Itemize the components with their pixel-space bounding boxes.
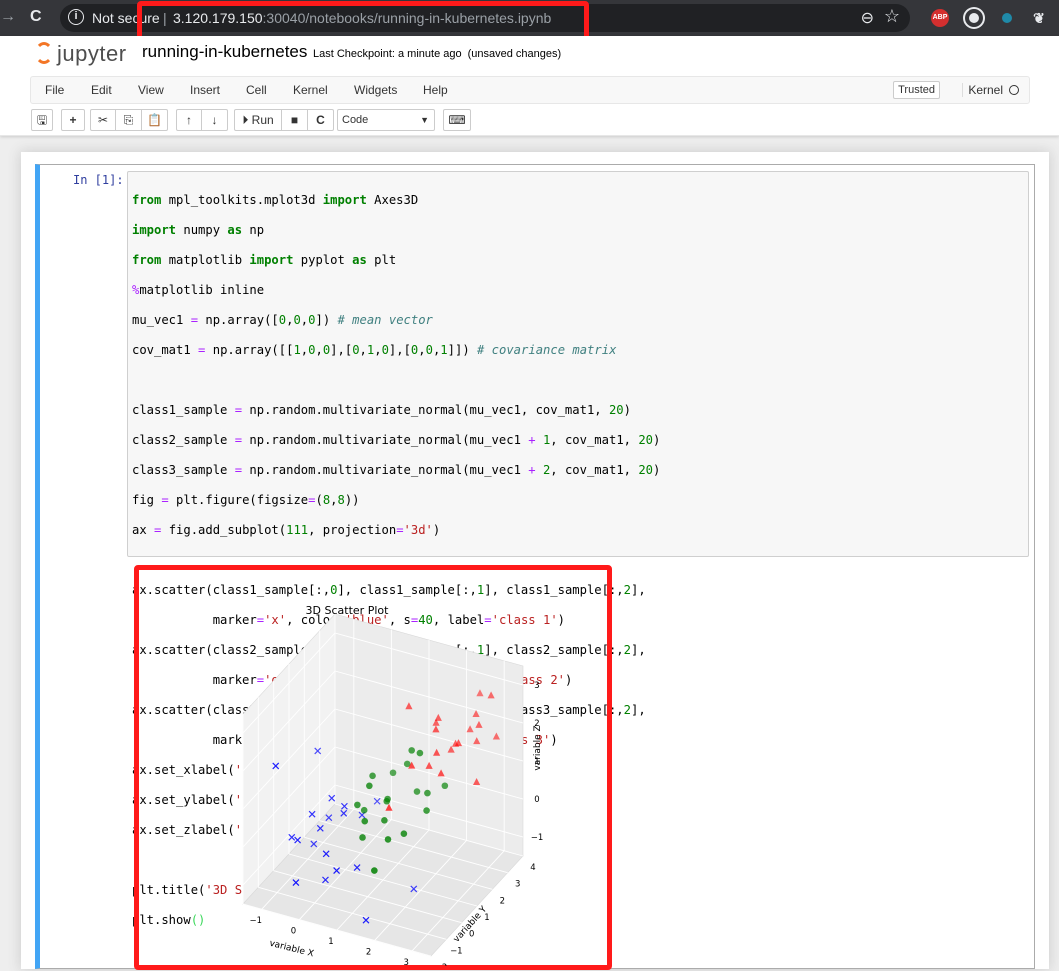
x-axis-label: variable X (268, 939, 314, 960)
copy-button[interactable]: ⎘ (116, 109, 142, 131)
save-button[interactable]: 🖫 (31, 109, 53, 131)
output-highlight-box: −10123−2−101234−10123 3D Scatter Plot va… (134, 565, 612, 971)
notebook-container: In [1]: from mpl_toolkits.mplot3d import… (21, 152, 1049, 971)
interrupt-button[interactable]: ■ (282, 109, 308, 131)
chevron-down-icon: ▼ (420, 115, 429, 125)
move-up-button[interactable]: ↑ (176, 109, 202, 131)
data-point-class-2 (359, 834, 366, 841)
cell-type-select[interactable]: Code ▼ (337, 109, 435, 131)
tick-label: −2 (435, 963, 448, 966)
cell-type-value: Code (342, 114, 369, 126)
jupyter-header: jupyter running-in-kubernetes Last Check… (0, 36, 1059, 136)
data-point-class-2 (360, 806, 368, 814)
menu-edit[interactable]: Edit (91, 83, 112, 97)
logo-text: jupyter (57, 41, 127, 66)
menu-cell[interactable]: Cell (246, 83, 267, 97)
data-point-class-2 (416, 749, 424, 757)
zoom-icon[interactable]: ⊖ (861, 8, 874, 28)
data-point-class-2 (369, 772, 376, 780)
scatter-plot: −10123−2−101234−10123 3D Scatter Plot va… (145, 576, 605, 971)
notebook-name[interactable]: running-in-kubernetes (142, 42, 307, 62)
adblock-extension-icon[interactable]: ABP (931, 9, 949, 27)
tick-label: 2 (500, 896, 505, 906)
data-point-class-2 (366, 782, 373, 790)
forward-icon[interactable]: → (0, 8, 16, 26)
tick-label: 3 (403, 958, 408, 966)
chart-title: 3D Scatter Plot (306, 604, 390, 617)
cut-button[interactable]: ✂ (90, 109, 116, 131)
menu-insert[interactable]: Insert (190, 83, 220, 97)
menu-file[interactable]: File (45, 83, 64, 97)
data-point-class-2 (413, 788, 421, 795)
data-point-class-2 (441, 782, 449, 790)
bookmark-star-icon[interactable]: ☆ (884, 6, 900, 27)
data-point-class-2 (384, 795, 391, 803)
notebook-toolbar: 🖫 + ✂ ⎘ 📋 ↑ ↓ ⏵ Run ■ C Code ▼ ⌨ (0, 108, 1059, 132)
extension-icon[interactable] (965, 9, 983, 27)
kernel-name[interactable]: Kernel (962, 83, 1003, 97)
tick-label: −1 (531, 833, 544, 843)
insert-cell-button[interactable]: + (61, 109, 85, 131)
data-point-class-2 (384, 836, 392, 843)
restart-button[interactable]: C (308, 109, 334, 131)
tick-label: 4 (530, 863, 535, 873)
tick-label: 2 (366, 947, 371, 957)
menu-view[interactable]: View (138, 83, 164, 97)
extension-icon[interactable]: ❦ (1030, 9, 1048, 27)
code-editor[interactable]: from mpl_toolkits.mplot3d import Axes3D … (127, 171, 1029, 927)
plot-canvas: −10123−2−101234−10123 3D Scatter Plot va… (242, 604, 544, 971)
checkpoint-status: Last Checkpoint: a minute ago (unsaved ch… (313, 48, 561, 60)
menu-widgets[interactable]: Widgets (354, 83, 397, 97)
data-point-class-2 (361, 817, 369, 825)
data-point-class-2 (389, 769, 397, 777)
kernel-status-icon (1009, 85, 1019, 95)
jupyter-logo[interactable]: jupyter (33, 40, 133, 70)
data-point-class-2 (354, 801, 361, 809)
checkpoint-text: Last Checkpoint: a minute ago (313, 48, 462, 60)
code-cell[interactable]: In [1]: from mpl_toolkits.mplot3d import… (35, 164, 1035, 971)
run-label: Run (251, 113, 274, 127)
jupyter-logo-icon (35, 42, 53, 64)
run-button[interactable]: ⏵ Run (234, 109, 282, 131)
reload-icon[interactable]: C (30, 8, 42, 26)
input-prompt: In [1]: (73, 173, 124, 187)
info-icon[interactable]: i (68, 9, 84, 25)
command-palette-button[interactable]: ⌨ (443, 109, 471, 131)
tick-label: 0 (291, 927, 296, 937)
tick-label: −1 (450, 946, 463, 956)
data-point-class-2 (400, 830, 408, 838)
z-axis-label: variable Z (533, 725, 543, 770)
extension-icon[interactable] (998, 9, 1016, 27)
tick-label: 3 (534, 681, 539, 691)
tick-label: −1 (250, 916, 263, 926)
run-icon: ⏵ (242, 113, 249, 127)
menu-bar: File Edit View Insert Cell Kernel Widget… (30, 76, 1030, 104)
move-down-button[interactable]: ↓ (202, 109, 228, 131)
data-point-class-2 (371, 867, 378, 874)
tick-label: 0 (534, 795, 539, 805)
autosave-status: (unsaved changes) (467, 48, 562, 60)
trusted-indicator[interactable]: Trusted (893, 81, 940, 99)
data-point-class-2 (424, 789, 431, 797)
tick-label: 1 (328, 937, 333, 947)
data-point-class-2 (381, 817, 388, 824)
menu-kernel[interactable]: Kernel (293, 83, 328, 97)
data-point-class-2 (423, 807, 430, 814)
data-point-class-2 (408, 747, 415, 754)
tick-label: 3 (515, 880, 520, 890)
menu-help[interactable]: Help (423, 83, 448, 97)
paste-button[interactable]: 📋 (142, 109, 168, 131)
